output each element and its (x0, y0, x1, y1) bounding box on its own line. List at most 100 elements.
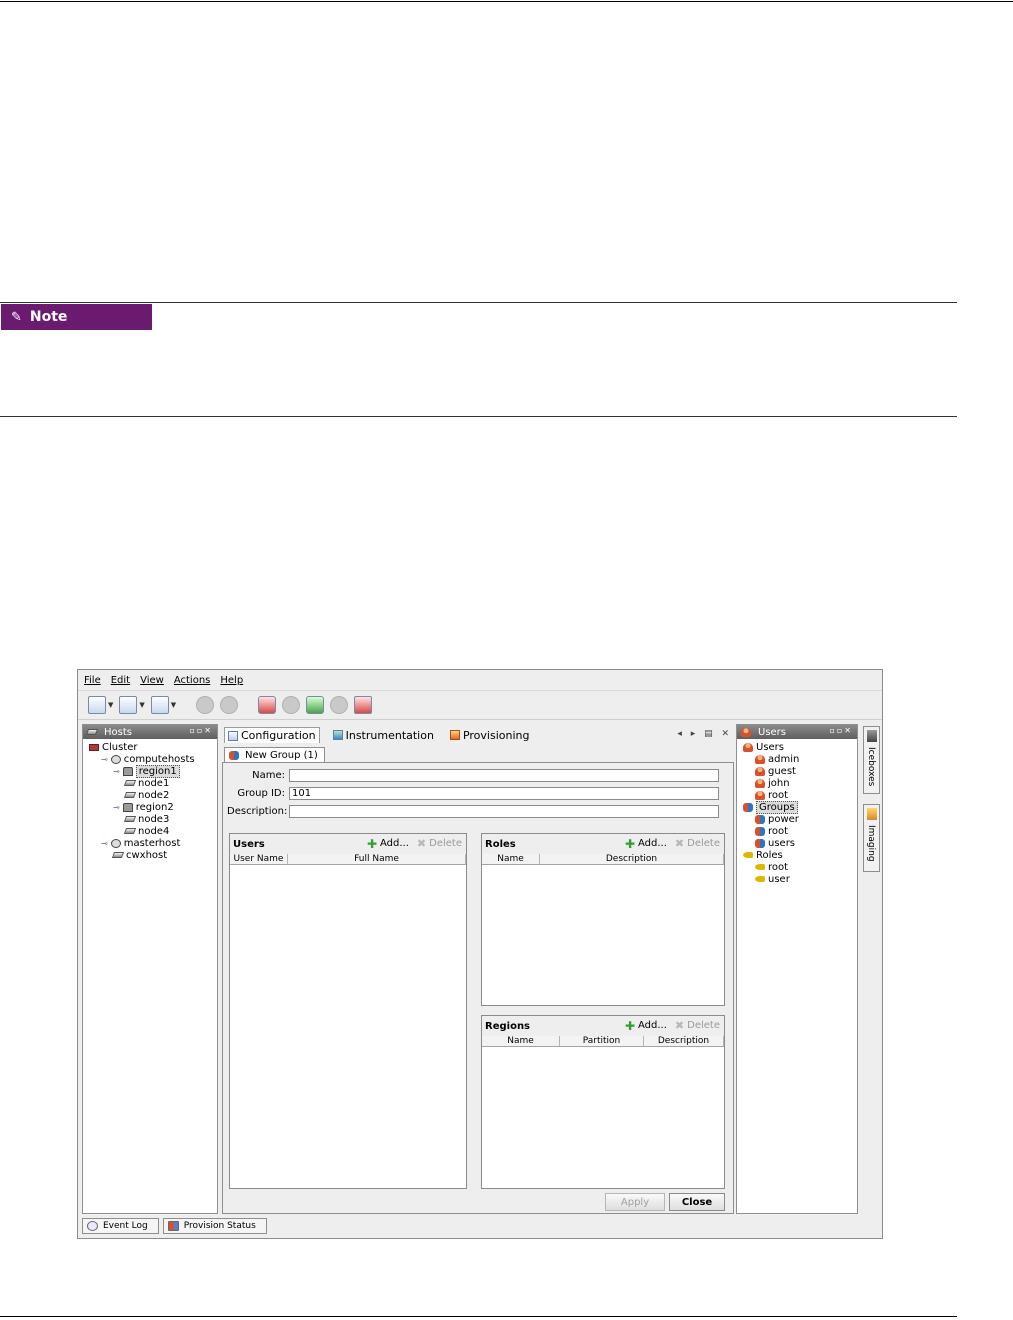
new-window-icon[interactable] (88, 696, 106, 714)
tree-item[interactable]: node4 (85, 825, 217, 837)
tree-item[interactable]: user (739, 873, 857, 885)
user-icon (755, 754, 765, 764)
tab-instrumentation[interactable]: Instrumentation (330, 728, 437, 743)
tree-item[interactable]: admin (739, 753, 857, 765)
database-delete-icon[interactable] (258, 696, 277, 714)
group-id-input[interactable]: 101 (289, 787, 719, 800)
cluster-icon (89, 743, 99, 751)
tab-provision-status[interactable]: Provision Status (162, 1218, 267, 1234)
column-description[interactable]: Description (644, 1036, 724, 1046)
tree-item-label: node2 (138, 789, 170, 801)
apply-button[interactable]: Apply (605, 1193, 665, 1211)
tree-item[interactable]: john (739, 777, 857, 789)
column-partition[interactable]: Partition (560, 1036, 644, 1046)
lock-icon (122, 766, 133, 776)
menu-file[interactable]: File (84, 675, 101, 686)
name-label: Name: (252, 770, 285, 781)
tree-item[interactable]: node1 (85, 777, 217, 789)
subtab-new-group[interactable]: New Group (1) (224, 747, 325, 762)
tree-item[interactable]: Groups (739, 800, 857, 814)
tree-item[interactable]: root (739, 861, 857, 873)
tree-item-label: node4 (138, 825, 170, 837)
expand-icon[interactable]: ⊸ (113, 767, 120, 776)
column-name[interactable]: Name (482, 854, 540, 864)
hosts-panel-title: Hosts ▫▫✕ (83, 725, 217, 739)
expand-icon[interactable]: ⊸ (101, 755, 108, 764)
stop-icon[interactable] (330, 696, 349, 714)
tree-item[interactable]: node2 (85, 789, 217, 801)
tree-item[interactable]: power (739, 813, 857, 825)
tree-item[interactable]: root (739, 825, 857, 837)
close-button[interactable]: Close (669, 1193, 725, 1211)
users-delete-button[interactable]: ✖ Delete (417, 838, 462, 850)
dropdown-arrow-icon[interactable]: ▼ (108, 701, 113, 709)
tree-item-label: power (768, 813, 799, 825)
tree-item-label: users (768, 837, 796, 849)
menu-help[interactable]: Help (220, 675, 243, 686)
tree-item[interactable]: ⊸ masterhost (85, 837, 217, 849)
users-table-header: Users ✚ Add... ✖ Delete (230, 834, 466, 854)
roles-delete-button[interactable]: ✖ Delete (675, 838, 720, 850)
regions-add-button[interactable]: ✚ Add... (625, 1020, 667, 1032)
expand-icon[interactable]: ⊸ (101, 839, 108, 848)
tab-configuration[interactable]: Configuration (224, 727, 320, 743)
tree-item[interactable]: ⊸ computehosts (85, 753, 217, 765)
tree-item[interactable]: Users (739, 741, 857, 753)
note-top-rule (0, 302, 957, 303)
name-input[interactable] (289, 769, 719, 782)
panel-controls-icon[interactable]: ▫▫✕ (189, 726, 213, 735)
regions-delete-button[interactable]: ✖ Delete (674, 1018, 720, 1032)
menu-view[interactable]: View (140, 675, 164, 686)
tab-controls-icon[interactable]: ◂ ▸ ▤ ✕ (677, 729, 732, 739)
favorites-icon[interactable] (150, 696, 169, 714)
tree-item[interactable]: ⊸ region2 (85, 801, 217, 813)
dropdown-arrow-icon[interactable]: ▼ (139, 701, 144, 709)
host-icon (123, 780, 137, 786)
toolbar: ▼ ▼ ▼ (78, 690, 882, 720)
description-row: Description: (227, 805, 719, 818)
users-add-button[interactable]: ✚ Add... (367, 838, 409, 850)
column-user-name[interactable]: User Name (230, 854, 288, 864)
database-icon[interactable] (282, 696, 301, 714)
provision-icon[interactable] (354, 696, 373, 714)
tree-item[interactable]: cwxhost (85, 849, 217, 861)
roles-add-button[interactable]: ✚ Add... (625, 838, 667, 850)
tree-item-label: root (768, 861, 789, 873)
power-on-icon[interactable] (196, 696, 215, 714)
database-upload-icon[interactable] (306, 696, 325, 714)
menu-edit[interactable]: Edit (111, 675, 130, 686)
users-tree: Users admin guest john root Groups power root us… (737, 739, 857, 885)
tab-provisioning[interactable]: Provisioning (447, 728, 533, 743)
layout-icon[interactable] (119, 696, 138, 714)
panel-controls-icon[interactable]: ▫▫✕ (829, 726, 853, 735)
tree-item[interactable]: guest (739, 765, 857, 777)
tree-item[interactable]: Roles (739, 849, 857, 861)
bottom-rule (0, 1316, 957, 1317)
power-off-icon[interactable] (220, 696, 239, 714)
tab-event-log[interactable]: Event Log (82, 1218, 159, 1234)
user-icon (755, 766, 765, 776)
tree-item[interactable]: Cluster (85, 741, 217, 753)
dropdown-arrow-icon[interactable]: ▼ (171, 701, 176, 709)
group-icon (743, 802, 753, 812)
description-label: Description: (227, 806, 288, 817)
tree-item-label: Users (756, 741, 785, 753)
column-name[interactable]: Name (482, 1036, 560, 1046)
user-icon (743, 742, 753, 752)
expand-icon[interactable]: ⊸ (113, 803, 120, 812)
tree-item[interactable]: ⊸ region1 (85, 764, 217, 778)
tab-imaging[interactable]: Imaging (863, 804, 880, 872)
column-full-name[interactable]: Full Name (288, 854, 466, 864)
description-input[interactable] (289, 805, 719, 818)
tab-iceboxes[interactable]: Iceboxes (863, 726, 880, 794)
host-icon (123, 792, 137, 798)
menu-actions[interactable]: Actions (174, 675, 211, 686)
tree-item[interactable]: users (739, 837, 857, 849)
delete-icon: ✖ (674, 1018, 685, 1032)
tree-item[interactable]: node3 (85, 813, 217, 825)
column-description[interactable]: Description (540, 854, 724, 864)
tree-item[interactable]: root (739, 789, 857, 801)
event-log-icon (87, 1221, 98, 1231)
tree-item-label: Groups (756, 800, 798, 814)
tree-item-label: guest (768, 765, 796, 777)
